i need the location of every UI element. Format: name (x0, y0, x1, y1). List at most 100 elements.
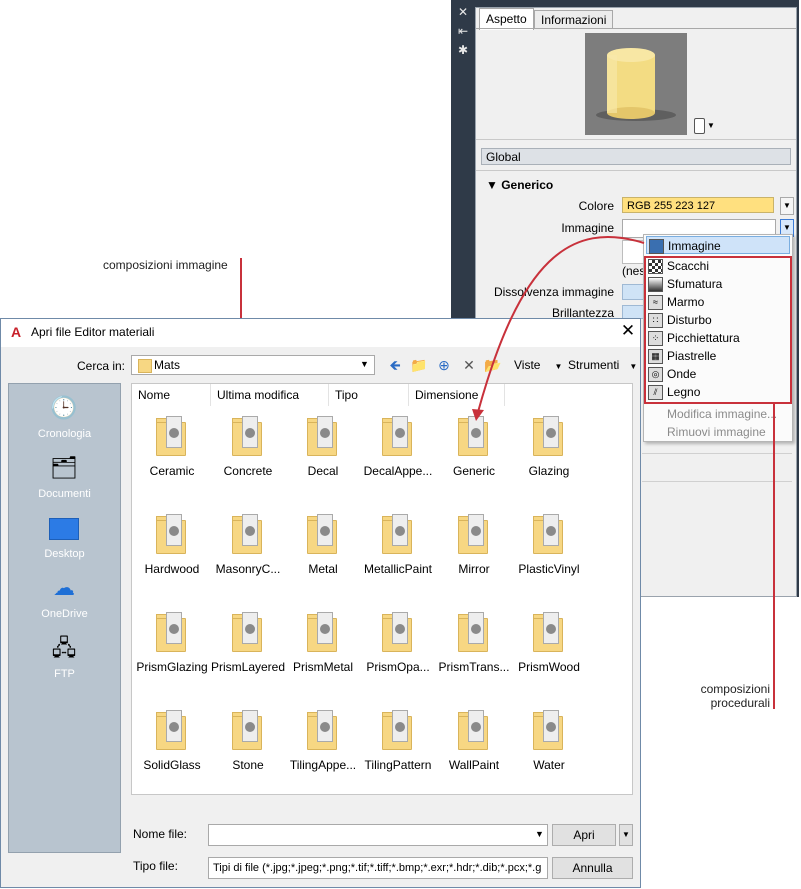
file-item[interactable]: Water (509, 704, 584, 800)
open-button[interactable]: Apri (552, 824, 616, 846)
close-icon[interactable]: ✕ (456, 5, 470, 19)
column-dimensione[interactable]: Dimensione (409, 384, 505, 406)
file-item[interactable]: Generic (434, 410, 509, 506)
file-item[interactable]: Glazing (509, 410, 584, 506)
folder-icon (232, 612, 262, 652)
places-bar: 🕒 Cronologia 🗂 Documenti Desktop ☁ OneDrive… (8, 383, 121, 853)
delete-icon[interactable]: ✕ (459, 355, 479, 375)
search-web-icon[interactable]: ⊕ (434, 355, 454, 375)
column-ultima-modifica[interactable]: Ultima modifica (211, 384, 329, 406)
file-item[interactable]: Decal (283, 410, 358, 506)
file-item[interactable]: TilingPattern (358, 704, 433, 800)
file-item[interactable]: PlasticVinyl (509, 508, 584, 604)
nessuna-text: (nes (622, 264, 646, 278)
place-onedrive[interactable]: ☁ OneDrive (9, 568, 120, 626)
file-item-label: MasonryC... (215, 562, 281, 576)
preview-shape-icon[interactable] (694, 118, 705, 134)
tab-aspetto[interactable]: Aspetto (479, 8, 534, 30)
chevron-down-icon: ▼ (554, 362, 563, 371)
file-name-input[interactable]: ▼ (208, 824, 548, 846)
file-item[interactable]: Stone (208, 704, 283, 800)
file-type-select[interactable]: Tipi di file (*.jpg;*.jpeg;*.png;*.tif;*… (208, 857, 548, 879)
file-item[interactable]: Hardwood (132, 508, 207, 604)
folder-icon (232, 514, 262, 554)
place-ftp[interactable]: 🖧 FTP (9, 628, 120, 686)
look-in-label: Cerca in: (77, 359, 126, 373)
folder-icon (156, 416, 186, 456)
place-cronologia[interactable]: 🕒 Cronologia (9, 388, 120, 446)
file-item[interactable]: PrismLayered (208, 606, 285, 702)
pin-icon[interactable]: ⇤ (456, 24, 470, 38)
tab-informazioni[interactable]: Informazioni (534, 10, 614, 29)
chevron-down-icon[interactable]: ▼ (707, 121, 715, 130)
file-item-label: TilingPattern (364, 758, 432, 772)
views-menu[interactable]: Viste ▼ (514, 358, 562, 372)
file-item[interactable]: PrismTrans... (434, 606, 509, 702)
folder-icon (533, 416, 563, 456)
file-item-label: PrismOpa... (366, 660, 430, 674)
file-type-value: Tipi di file (*.jpg;*.jpeg;*.png;*.tif;*… (213, 862, 542, 874)
file-item[interactable]: MasonryC... (208, 508, 283, 604)
file-item[interactable]: DecalAppe... (358, 410, 433, 506)
menu-item-rimuovi-immagine[interactable]: Rimuovi immagine (646, 423, 790, 441)
file-item[interactable]: WallPaint (434, 704, 509, 800)
callout-procedural-line2: procedurali (710, 696, 770, 710)
dissolvenza-label: Dissolvenza immagine (493, 285, 614, 299)
colore-dropdown-button[interactable]: ▼ (780, 197, 794, 215)
file-item[interactable]: PrismGlazing (132, 606, 208, 702)
file-item[interactable]: Mirror (434, 508, 509, 604)
file-item[interactable]: PrismMetal (283, 606, 358, 702)
folder-icon (156, 710, 186, 750)
file-item[interactable]: SolidGlass (132, 704, 207, 800)
global-bar[interactable]: Global (481, 148, 791, 165)
file-name-label: Nome file: (133, 827, 188, 841)
file-item-label: Decal (307, 464, 339, 478)
open-dropdown-button[interactable]: ▼ (619, 824, 633, 846)
file-item[interactable]: Ceramic (132, 410, 207, 506)
file-item-label: PrismTrans... (438, 660, 510, 674)
dialog-title: Apri file Editor materiali (31, 325, 155, 339)
file-item[interactable]: TilingAppe... (283, 704, 358, 800)
folder-icon (232, 416, 262, 456)
divider (642, 453, 792, 454)
folder-icon (458, 514, 488, 554)
new-folder-icon[interactable]: 📂 (483, 355, 503, 375)
place-desktop[interactable]: Desktop (9, 508, 120, 566)
folder-icon (533, 612, 563, 652)
place-documenti[interactable]: 🗂 Documenti (9, 448, 120, 506)
file-item-label: Hardwood (144, 562, 200, 576)
back-icon[interactable]: 🡸 (385, 355, 405, 375)
folder-icon (458, 612, 488, 652)
column-nome[interactable]: Nome (132, 384, 211, 406)
tools-menu[interactable]: Strumenti ▼ (568, 358, 637, 372)
look-in-select[interactable]: Mats ▼ (131, 355, 375, 375)
file-item[interactable]: Concrete (208, 410, 283, 506)
close-icon[interactable]: ✕ (618, 321, 638, 341)
ftp-icon: 🖧 (51, 635, 77, 660)
folder-icon (138, 359, 152, 373)
file-list: Nome Ultima modifica Tipo Dimensione Cer… (131, 383, 633, 795)
file-item-label: PrismWood (518, 660, 580, 674)
column-tipo[interactable]: Tipo (329, 384, 409, 406)
folder-icon (382, 612, 412, 652)
tools-label: Strumenti (568, 358, 620, 372)
divider (476, 139, 796, 140)
file-item-label: PrismMetal (292, 660, 353, 674)
file-item[interactable]: PrismWood (509, 606, 584, 702)
colore-field[interactable]: RGB 255 223 127 (622, 197, 774, 213)
section-generico[interactable]: ▼ Generico (486, 178, 553, 192)
collapse-triangle-icon: ▼ (486, 178, 502, 192)
documents-icon: 🗂 (50, 455, 78, 480)
file-item[interactable]: MetallicPaint (358, 508, 433, 604)
folder-icon (307, 710, 337, 750)
settings-icon[interactable]: ✱ (456, 43, 470, 57)
menu-item-modifica-immagine[interactable]: Modifica immagine... (646, 405, 790, 423)
up-folder-icon[interactable]: 📁 (409, 355, 429, 375)
file-item-label: PrismLayered (210, 660, 286, 674)
callout-procedural-line1: composizioni (700, 682, 770, 696)
file-item[interactable]: Metal (283, 508, 358, 604)
menu-item-immagine[interactable]: Immagine (646, 236, 790, 254)
cancel-button[interactable]: Annulla (552, 857, 633, 879)
file-item-label: Metal (308, 562, 338, 576)
file-item[interactable]: PrismOpa... (358, 606, 433, 702)
